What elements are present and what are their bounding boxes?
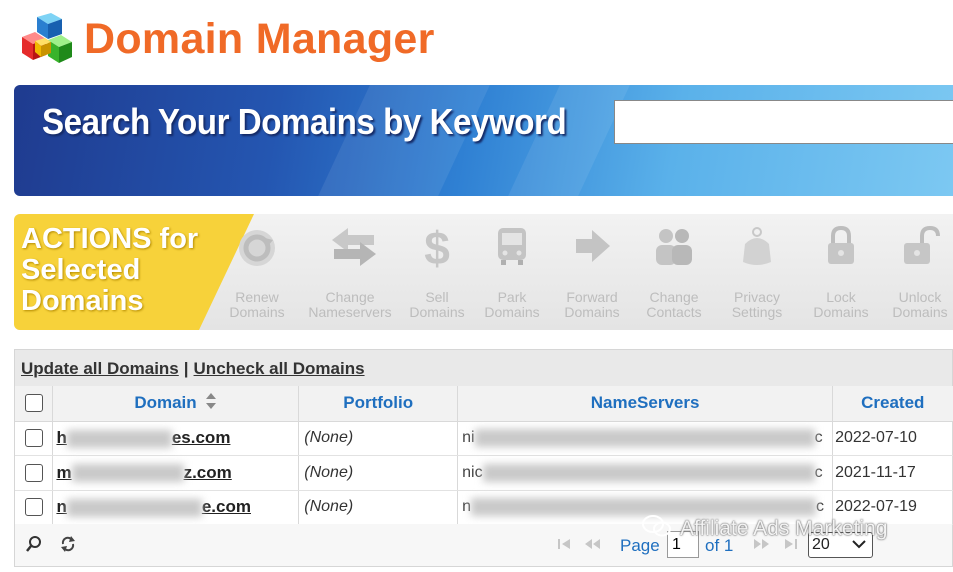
domain-link[interactable]: h es.com — [56, 428, 231, 448]
domain-header-label: Domain — [134, 392, 197, 412]
domain-start: n — [56, 497, 67, 517]
actions-title-line1: ACTIONS for — [21, 223, 199, 255]
unlock-line2: Domains — [892, 304, 948, 320]
privacy-line1: Privacy — [734, 289, 780, 305]
forward-line1: Forward — [566, 289, 618, 305]
links-separator: | — [183, 359, 189, 378]
column-header-created[interactable]: Created — [832, 386, 953, 422]
actions-toolbar: ACTIONS for Selected Domains Renew Domain… — [14, 214, 953, 330]
renew-icon — [235, 224, 279, 268]
privacy-settings-button[interactable]: Privacy Settings — [714, 224, 800, 320]
bus-icon — [490, 224, 534, 268]
sort-arrows-icon[interactable] — [205, 392, 217, 415]
column-header-domain[interactable]: Domain — [52, 386, 300, 422]
prev-page-icon[interactable] — [583, 537, 603, 556]
change-nameservers-button[interactable]: Change Nameservers — [306, 224, 394, 320]
actions-title-line3: Domains — [21, 285, 144, 317]
blurred-text — [66, 498, 202, 517]
uncheck-all-domains-link[interactable]: Uncheck all Domains — [194, 359, 365, 378]
blurred-text — [66, 429, 172, 448]
domain-link[interactable]: m z.com — [56, 462, 232, 483]
search-icon[interactable] — [25, 535, 43, 558]
contacts-line2: Contacts — [646, 304, 702, 320]
app-title: Domain Manager — [84, 14, 435, 63]
select-all-cell — [15, 386, 54, 422]
sell-line1: Sell — [425, 289, 449, 305]
column-header-nameservers[interactable]: NameServers — [457, 386, 834, 422]
search-banner-title: Search Your Domains by Keyword — [42, 101, 567, 142]
watermark: Affiliate Ads Marketing — [642, 513, 887, 545]
lock-domains-button[interactable]: Lock Domains — [798, 224, 884, 320]
unlock-line1: Unlock — [898, 289, 942, 305]
select-all-checkbox[interactable] — [24, 394, 43, 413]
portfolio-cell: (None) — [298, 490, 459, 525]
park-domains-button[interactable]: Park Domains — [469, 224, 555, 320]
table-row: h es.com (None) ni c 2022-07-10 — [15, 421, 953, 456]
colored-cubes-icon — [18, 13, 76, 65]
domain-start: m — [56, 462, 72, 482]
ns-end: c — [814, 463, 823, 481]
row-checkbox[interactable] — [24, 429, 43, 448]
dollar-icon: $ — [415, 222, 459, 274]
table-header-row: Domain Portfolio NameServers Created — [15, 386, 953, 422]
lock-line2: Domains — [813, 304, 869, 320]
change-contacts-button[interactable]: Change Contacts — [631, 224, 717, 320]
change-ns-line1: Change — [325, 289, 375, 305]
column-header-portfolio[interactable]: Portfolio — [298, 386, 459, 422]
chat-bubble-icon — [642, 513, 672, 545]
renew-line1: Renew — [235, 289, 279, 305]
domains-table: Domain Portfolio NameServers Created h es… — [15, 386, 953, 525]
refresh-icon[interactable] — [59, 535, 77, 558]
ns-start: n — [462, 498, 472, 516]
portfolio-cell: (None) — [298, 421, 459, 456]
domain-link[interactable]: n e.com — [56, 497, 251, 517]
search-banner: Search Your Domains by Keyword — [14, 85, 953, 196]
search-input[interactable] — [614, 100, 953, 144]
first-page-icon[interactable] — [557, 537, 573, 556]
lock-icon — [819, 224, 863, 268]
ns-start: ni — [462, 429, 475, 447]
unlock-domains-button[interactable]: Unlock Domains — [877, 224, 953, 320]
created-cell: 2022-07-10 — [832, 421, 953, 456]
ns-end: c — [814, 429, 823, 447]
grid-links-bar: Update all Domains | Uncheck all Domains — [15, 350, 952, 386]
swap-arrows-icon — [328, 224, 376, 268]
change-ns-line2: Nameservers — [308, 304, 392, 320]
lock-line1: Lock — [826, 289, 856, 305]
watermark-text: Affiliate Ads Marketing — [680, 517, 888, 540]
blurred-text — [71, 464, 184, 483]
actions-title-line2: Selected — [21, 254, 141, 286]
contacts-line1: Change — [649, 289, 699, 305]
header: Domain Manager — [18, 10, 435, 68]
domain-end: z.com — [183, 462, 232, 482]
domain-start: h — [56, 428, 67, 448]
park-line2: Domains — [484, 304, 540, 320]
sell-domains-button[interactable]: $ Sell Domains — [394, 222, 480, 320]
renew-line2: Domains — [229, 304, 285, 320]
forward-domains-button[interactable]: Forward Domains — [549, 224, 635, 320]
row-checkbox[interactable] — [24, 498, 43, 517]
created-cell: 2021-11-17 — [832, 455, 953, 491]
privacy-tag-icon — [735, 224, 779, 268]
sell-line2: Domains — [409, 304, 465, 320]
actions-title: ACTIONS for Selected Domains — [21, 224, 241, 317]
blurred-text — [482, 463, 815, 482]
row-checkbox[interactable] — [24, 463, 43, 482]
park-line1: Park — [497, 289, 527, 305]
domain-end: e.com — [201, 497, 251, 517]
update-all-domains-link[interactable]: Update all Domains — [21, 359, 179, 378]
forward-line2: Domains — [564, 304, 620, 320]
blurred-text — [474, 429, 815, 448]
people-icon — [652, 224, 696, 268]
privacy-line2: Settings — [731, 304, 783, 320]
ns-start: nic — [462, 463, 483, 481]
arrow-right-icon — [570, 224, 614, 268]
renew-domains-button[interactable]: Renew Domains — [214, 224, 300, 320]
table-row: m z.com (None) nic c 2021-11-17 — [15, 455, 953, 491]
portfolio-cell: (None) — [298, 455, 459, 491]
unlock-icon — [898, 224, 942, 268]
domain-end: es.com — [171, 428, 231, 448]
svg-text:$: $ — [424, 224, 450, 272]
